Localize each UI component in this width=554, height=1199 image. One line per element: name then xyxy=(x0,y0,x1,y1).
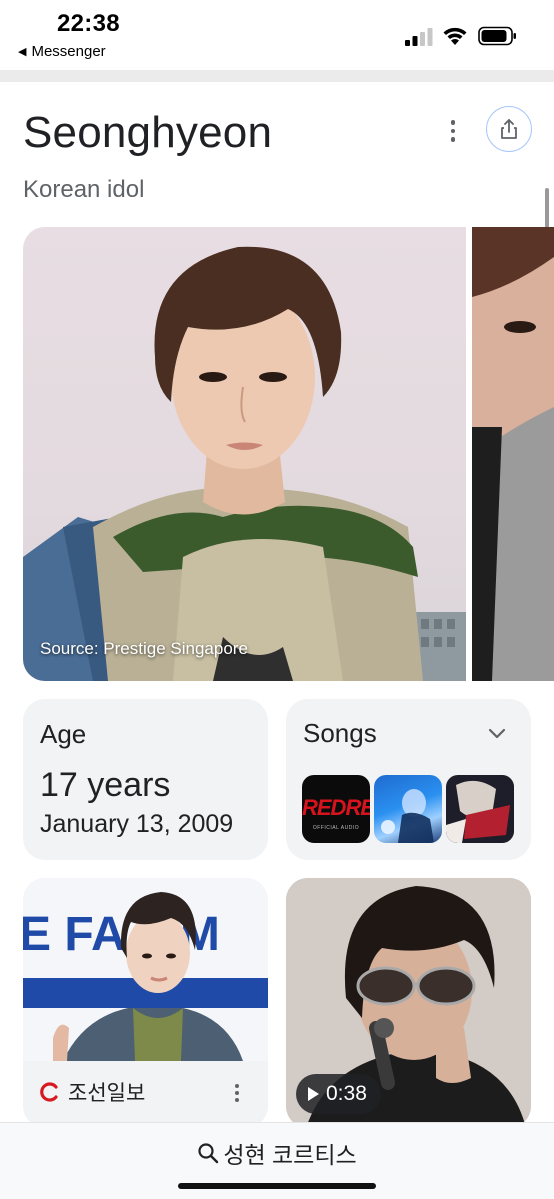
search-icon xyxy=(198,1143,219,1164)
song-cover-art xyxy=(446,775,514,843)
photo-source-caption: Source: Prestige Singapore xyxy=(40,639,248,658)
top-divider xyxy=(0,70,554,82)
news-source[interactable]: 조선일보 xyxy=(40,1077,145,1107)
song-cover-text: REDRE xyxy=(302,795,370,820)
more-options-button[interactable] xyxy=(440,116,466,146)
songs-label: Songs xyxy=(303,718,377,748)
back-app-label: Messenger xyxy=(31,43,106,60)
song-thumbnail[interactable]: REDRE OFFICIAL AUDIO xyxy=(302,775,370,843)
video-duration-badge: 0:38 xyxy=(296,1074,381,1114)
age-value: 17 years xyxy=(40,766,171,804)
play-icon xyxy=(308,1087,319,1101)
video-duration: 0:38 xyxy=(326,1082,367,1105)
back-to-app-link[interactable]: ◀ Messenger xyxy=(18,43,106,60)
cellular-signal-icon xyxy=(405,28,433,46)
dot xyxy=(235,1098,239,1102)
home-indicator[interactable] xyxy=(178,1183,376,1189)
wifi-icon xyxy=(443,27,467,45)
news-source-name: 조선일보 xyxy=(68,1082,146,1105)
age-card[interactable]: Age 17 years January 13, 2009 xyxy=(23,699,268,860)
dot xyxy=(450,120,456,125)
news-photo-illustration: E FA T M xyxy=(23,878,268,1061)
portrait-illustration xyxy=(23,246,466,681)
bottom-search-query[interactable]: 성현 코르티스 xyxy=(0,1136,554,1170)
search-query-text: 성현 코르티스 xyxy=(223,1142,357,1168)
status-time: 22:38 xyxy=(57,10,120,37)
page-title: Seonghyeon xyxy=(23,108,273,157)
dot xyxy=(450,128,456,134)
page-subtitle: Korean idol xyxy=(23,176,145,203)
bottom-search-bar[interactable]: 성현 코르티스 xyxy=(0,1122,554,1199)
song-cover-subtext: OFFICIAL AUDIO xyxy=(312,825,360,831)
chosun-logo-icon xyxy=(40,1082,58,1102)
battery-icon xyxy=(478,26,516,46)
age-label: Age xyxy=(40,719,87,749)
dot xyxy=(235,1091,239,1095)
dot xyxy=(450,137,456,142)
hero-photo[interactable]: Source: Prestige Singapore xyxy=(23,227,466,681)
news-image: E FA T M xyxy=(23,878,268,1061)
video-card[interactable]: 0:38 xyxy=(286,878,531,1128)
song-thumbnail[interactable] xyxy=(446,775,514,843)
song-cover-art xyxy=(381,789,434,843)
second-portrait-illustration xyxy=(472,227,554,681)
news-more-options-button[interactable] xyxy=(233,1084,241,1106)
birth-date: January 13, 2009 xyxy=(40,810,234,838)
share-icon xyxy=(501,119,517,139)
news-card[interactable]: E FA T M 조선일보 xyxy=(23,878,268,1128)
status-bar: 22:38 ◀ Messenger xyxy=(0,0,554,70)
chevron-down-icon[interactable] xyxy=(484,721,510,747)
second-photo[interactable] xyxy=(472,227,554,681)
song-thumbnail[interactable] xyxy=(374,775,442,843)
back-triangle-icon: ◀ xyxy=(18,46,27,58)
songs-card[interactable]: Songs REDRE OFFICIAL AUDIO xyxy=(286,699,531,860)
share-button[interactable] xyxy=(486,106,532,152)
dot xyxy=(235,1084,239,1088)
